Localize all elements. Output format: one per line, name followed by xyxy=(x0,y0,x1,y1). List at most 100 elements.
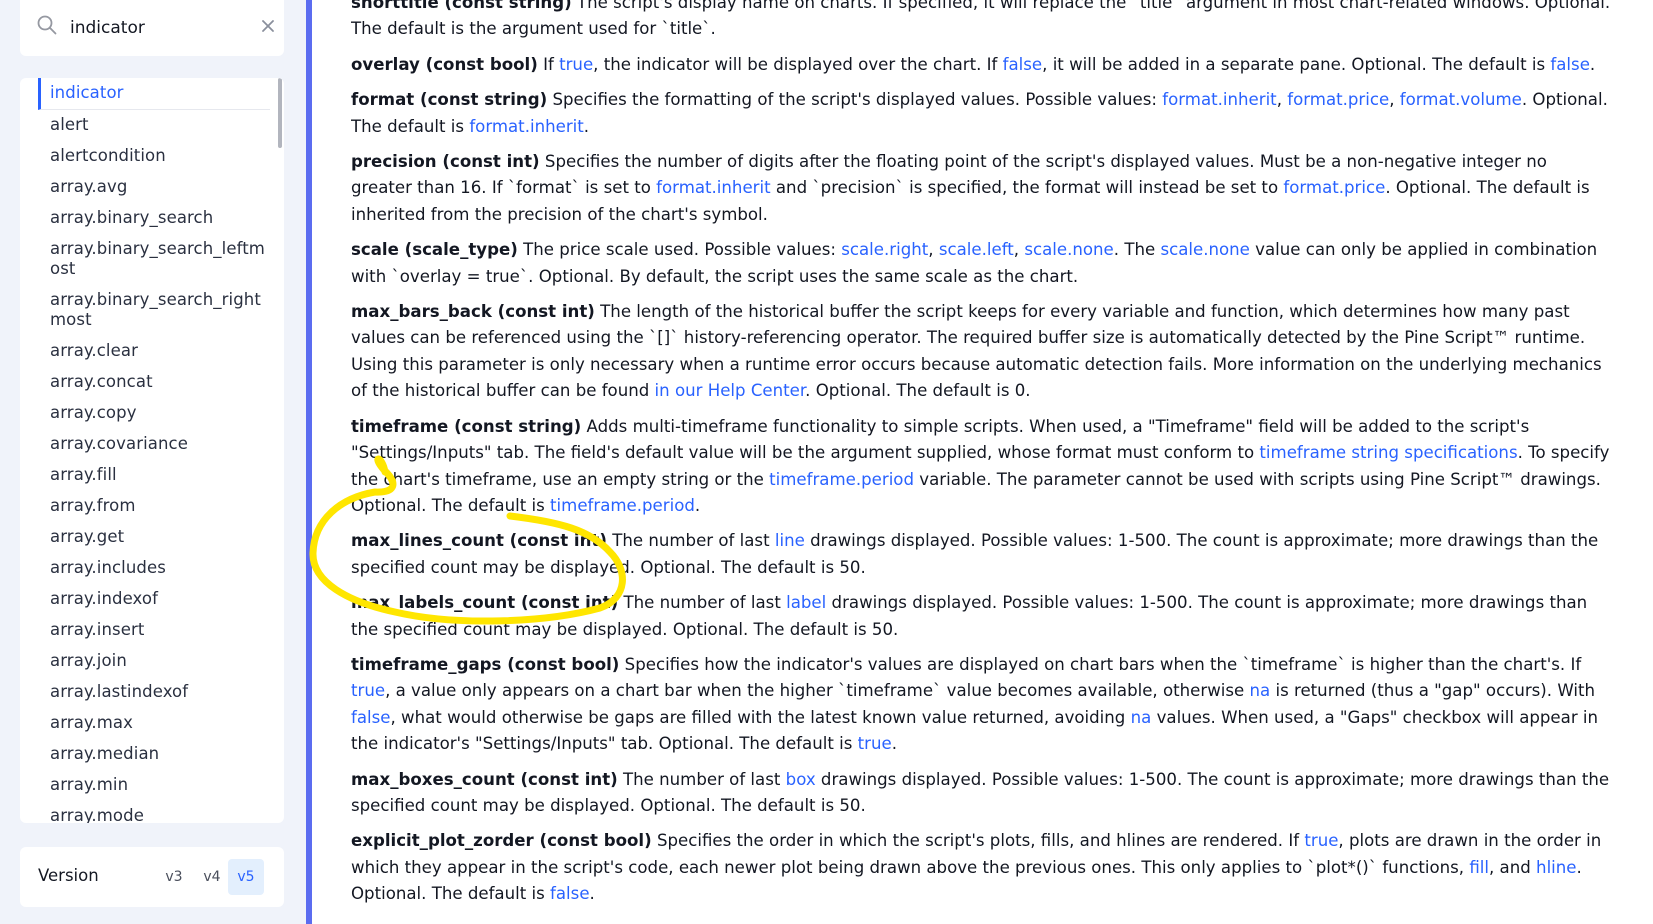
sidebar-item[interactable]: array.from xyxy=(38,491,270,522)
doc-link[interactable]: false xyxy=(351,708,390,727)
sidebar-item[interactable]: indicator xyxy=(38,78,270,110)
param-name: shorttitle (const string) xyxy=(351,0,572,12)
version-option-v3[interactable]: v3 xyxy=(158,859,190,895)
sidebar-item[interactable]: array.median xyxy=(38,739,270,770)
close-icon[interactable] xyxy=(256,14,280,38)
doc-link[interactable]: hline xyxy=(1536,858,1576,877)
sidebar-item[interactable]: array.indexof xyxy=(38,584,270,615)
doc-link[interactable]: scale.right xyxy=(841,240,928,259)
param-text: The price scale used. Possible values: xyxy=(517,240,842,260)
doc-link[interactable]: format.inherit xyxy=(1162,90,1276,109)
param-text: and `precision` is specified, the format… xyxy=(770,178,1284,198)
param-text: . xyxy=(694,495,701,515)
param-name: explicit_plot_zorder (const bool) xyxy=(351,831,652,851)
doc-link[interactable]: false xyxy=(550,884,589,903)
param-description: timeframe_gaps (const bool) Specifies ho… xyxy=(351,652,1611,758)
search-box xyxy=(20,0,284,56)
param-description: format (const string) Specifies the form… xyxy=(351,87,1611,140)
param-text: , xyxy=(928,240,939,260)
sidebar-item[interactable]: array.insert xyxy=(38,615,270,646)
param-text: The number of last xyxy=(618,593,787,613)
reference-list-panel: indicator alert alertcondition array.avg arr… xyxy=(20,78,284,823)
scrollbar-thumb[interactable] xyxy=(278,78,282,148)
param-name: timeframe_gaps (const bool) xyxy=(351,654,620,674)
doc-link[interactable]: false xyxy=(1550,55,1589,74)
param-text: , xyxy=(1276,90,1288,110)
param-description: scale (scale_type) The price scale used.… xyxy=(351,237,1611,290)
sidebar-item[interactable]: array.mode xyxy=(38,801,270,823)
param-description: precision (const int) Specifies the numb… xyxy=(351,149,1611,228)
sidebar-item[interactable]: array.min xyxy=(38,770,270,801)
doc-link[interactable]: true xyxy=(559,55,593,74)
param-description: overlay (const bool) If true, the indica… xyxy=(351,52,1611,78)
doc-link[interactable]: fill xyxy=(1469,858,1489,877)
version-selector: Version v3 v4 v5 xyxy=(20,847,284,907)
doc-link[interactable]: label xyxy=(786,593,826,612)
sidebar-item[interactable]: array.join xyxy=(38,646,270,677)
doc-link[interactable]: format.price xyxy=(1287,90,1389,109)
param-name: max_lines_count (const int) xyxy=(351,531,607,551)
sidebar-item[interactable]: array.fill xyxy=(38,460,270,491)
param-description: shorttitle (const string) The script's d… xyxy=(351,0,1611,43)
param-text: , xyxy=(1389,90,1400,110)
doc-link[interactable]: timeframe string specifications xyxy=(1259,443,1517,462)
doc-link[interactable]: line xyxy=(775,531,805,550)
sidebar-item[interactable]: array.copy xyxy=(38,398,270,429)
sidebar-item[interactable]: array.max xyxy=(38,708,270,739)
param-text: . xyxy=(1589,54,1596,74)
param-text: . Optional. The default is 0. xyxy=(805,381,1031,401)
param-text: , xyxy=(1013,240,1025,260)
doc-link[interactable]: timeframe.period xyxy=(769,470,914,489)
doc-link[interactable]: false xyxy=(1003,55,1042,74)
sidebar-item[interactable]: array.get xyxy=(38,522,270,553)
sidebar-item[interactable]: alert xyxy=(38,110,270,141)
param-name: scale (scale_type) xyxy=(351,240,518,260)
sidebar-item[interactable]: array.binary_search_right most xyxy=(38,285,270,336)
param-text: , and xyxy=(1489,857,1537,877)
scrollbar[interactable] xyxy=(278,78,282,823)
search-input[interactable] xyxy=(68,14,252,42)
sidebar-item[interactable]: array.binary_search_leftm ost xyxy=(38,234,270,285)
param-text: . xyxy=(583,116,590,136)
sidebar-item[interactable]: array.clear xyxy=(38,336,270,367)
doc-link[interactable]: format.inherit xyxy=(469,117,583,136)
sidebar-item[interactable]: alertcondition xyxy=(38,141,270,172)
doc-link[interactable]: format.price xyxy=(1283,178,1385,197)
param-description: max_bars_back (const int) The length of … xyxy=(351,299,1611,405)
doc-link[interactable]: box xyxy=(786,770,816,789)
doc-link[interactable]: true xyxy=(858,734,892,753)
sidebar-item[interactable]: array.lastindexof xyxy=(38,677,270,708)
doc-link[interactable]: na xyxy=(1131,708,1152,727)
doc-link[interactable]: timeframe.period xyxy=(550,496,695,515)
param-name: format (const string) xyxy=(351,90,548,110)
param-text: , it will be added in a separate pane. O… xyxy=(1042,54,1551,74)
sidebar-item[interactable]: array.includes xyxy=(38,553,270,584)
param-name: precision (const int) xyxy=(351,152,540,172)
param-text: , the indicator will be displayed over t… xyxy=(593,54,1003,74)
argument-list: shorttitle (const string) The script's d… xyxy=(351,0,1611,924)
param-name: overlay (const bool) xyxy=(351,54,538,74)
doc-link[interactable]: scale.none xyxy=(1160,240,1249,259)
sidebar-item[interactable]: array.concat xyxy=(38,367,270,398)
sidebar-item[interactable]: array.covariance xyxy=(38,429,270,460)
doc-link[interactable]: scale.none xyxy=(1024,240,1113,259)
doc-link[interactable]: format.inherit xyxy=(656,178,770,197)
param-description: max_lines_count (const int) The number o… xyxy=(351,528,1611,581)
doc-link[interactable]: true xyxy=(351,681,385,700)
doc-link[interactable]: format.volume xyxy=(1400,90,1522,109)
sidebar-item[interactable]: array.binary_search xyxy=(38,203,270,234)
sidebar-item[interactable]: array.avg xyxy=(38,172,270,203)
version-option-v4[interactable]: v4 xyxy=(196,859,228,895)
param-text: Specifies the order in which the script'… xyxy=(651,831,1305,851)
param-text: . xyxy=(891,734,897,754)
param-name: timeframe (const string) xyxy=(351,416,582,436)
param-text: Specifies how the indicator's values are… xyxy=(619,654,1582,674)
param-text: , a value only appears on a chart bar wh… xyxy=(385,681,1250,701)
param-description: explicit_plot_zorder (const bool) Specif… xyxy=(351,828,1611,907)
doc-link[interactable]: scale.left xyxy=(939,240,1014,259)
param-name: max_boxes_count (const int) xyxy=(351,769,618,789)
version-option-v5[interactable]: v5 xyxy=(228,859,264,895)
doc-link[interactable]: na xyxy=(1250,681,1271,700)
doc-link[interactable]: in our Help Center xyxy=(655,381,806,400)
doc-link[interactable]: true xyxy=(1304,831,1338,850)
